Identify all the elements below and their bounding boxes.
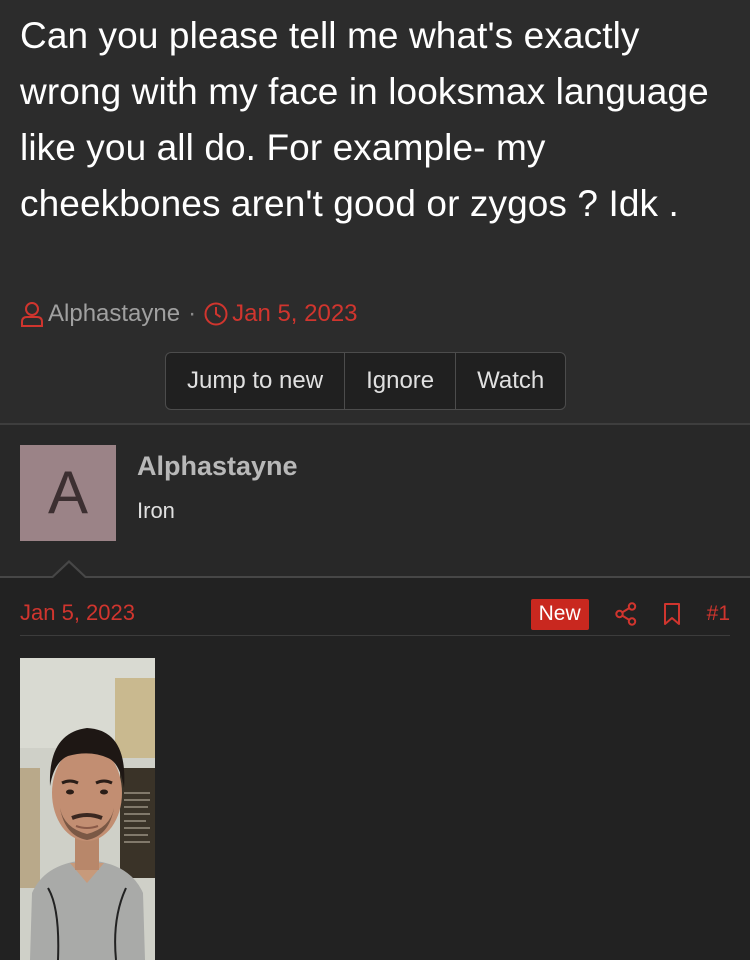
thread-title: Can you please tell me what's exactly wr…	[20, 15, 709, 224]
new-badge: New	[530, 598, 589, 630]
post-tools: New #1	[530, 598, 730, 630]
thread-header: Can you please tell me what's exactly wr…	[0, 0, 750, 424]
post-divider	[0, 576, 750, 578]
share-icon[interactable]	[614, 602, 637, 626]
post-attachment-photo[interactable]	[20, 658, 155, 960]
post-date-link[interactable]: Jan 5, 2023	[20, 600, 135, 626]
bookmark-icon[interactable]	[663, 602, 681, 626]
forum-thread-page: Can you please tell me what's exactly wr…	[0, 0, 750, 960]
post-username[interactable]: Alphastayne	[137, 451, 298, 482]
thread-author-link[interactable]: Alphastayne	[48, 300, 180, 328]
user-icon	[20, 301, 44, 327]
thread-actions: Jump to new Ignore Watch	[165, 352, 567, 410]
avatar[interactable]: A	[20, 445, 116, 541]
post-user-block: A Alphastayne Iron	[0, 425, 750, 577]
thread-meta: Alphastayne · Jan 5, 2023	[20, 296, 358, 332]
avatar-letter: A	[47, 459, 89, 526]
clock-icon	[204, 302, 228, 326]
post-meta-rule	[20, 635, 730, 636]
user-rank-title: Iron	[137, 498, 175, 523]
jump-to-new-button[interactable]: Jump to new	[166, 353, 346, 409]
post-number-link[interactable]: #1	[707, 602, 730, 626]
thread-date-link[interactable]: Jan 5, 2023	[232, 300, 357, 328]
ignore-button[interactable]: Ignore	[345, 353, 457, 409]
meta-separator: ·	[188, 300, 197, 327]
user-arrow	[53, 563, 85, 578]
watch-button[interactable]: Watch	[456, 353, 565, 409]
